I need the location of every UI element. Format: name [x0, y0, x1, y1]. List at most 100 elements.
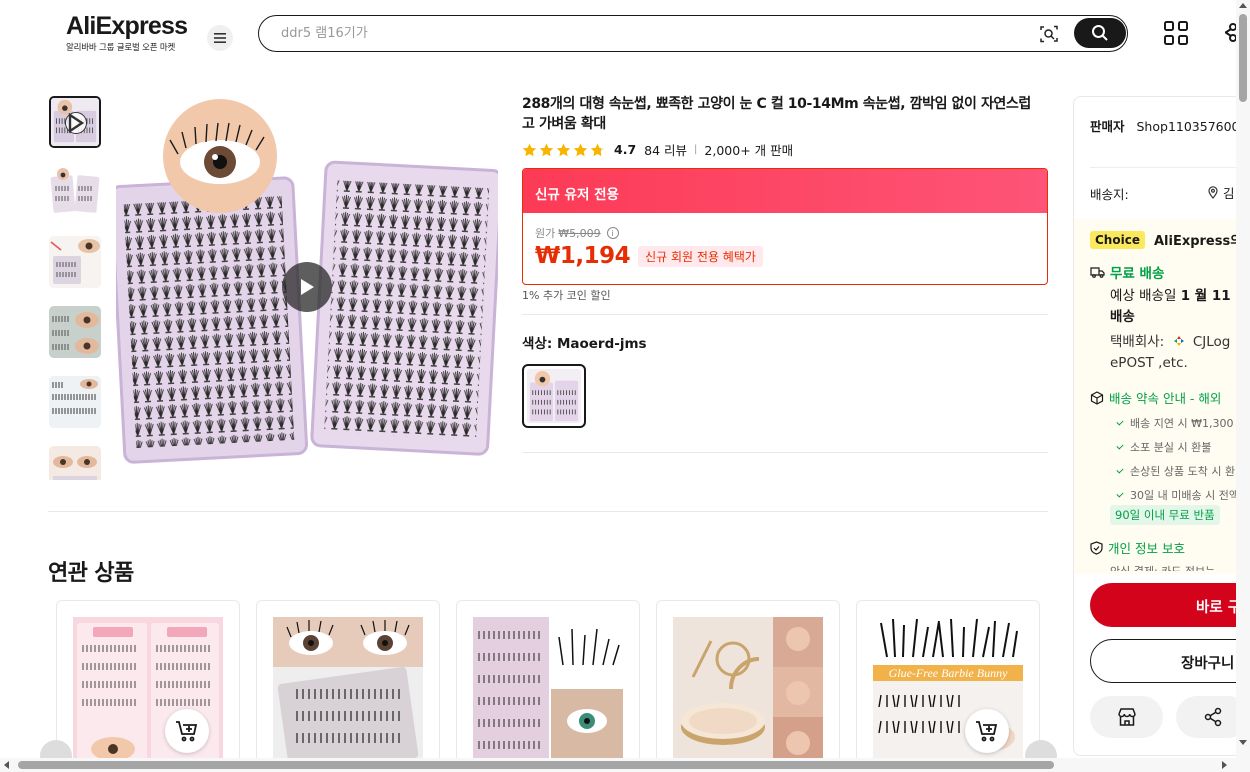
star-icon	[539, 143, 554, 156]
related-card-5[interactable]: Glue-Free Barbie Bunny	[856, 600, 1040, 770]
scroll-left-arrow-icon[interactable]	[4, 761, 9, 769]
star-rating	[522, 143, 605, 157]
price-row: ₩1,194 신규 회원 전용 혜택가	[535, 243, 763, 269]
courier-label: 택배회사:	[1110, 334, 1165, 350]
info-icon[interactable]: i	[606, 227, 619, 239]
choice-text: AliExpress의 우	[1153, 234, 1243, 249]
cj-logo-icon	[1173, 336, 1184, 346]
menu-button[interactable]	[207, 25, 233, 51]
thumbnail-list	[48, 96, 102, 480]
logo-subtitle: 알리바바 그룹 글로벌 오픈 마켓	[66, 43, 176, 53]
truck-icon	[1090, 267, 1105, 278]
promo-header: 신규 유저 전용	[523, 169, 1047, 213]
buy-now-button[interactable]: 바로 구	[1090, 583, 1242, 627]
play-icon	[301, 279, 314, 295]
color-swatch-selected[interactable]	[522, 364, 586, 428]
scroll-up-arrow-icon[interactable]	[1239, 3, 1247, 8]
cart-plus-icon	[176, 721, 198, 742]
play-video-button[interactable]	[282, 262, 332, 312]
free-shipping-row: 무료 배송	[1090, 262, 1164, 282]
vertical-scroll-thumb[interactable]	[1239, 14, 1247, 102]
store-button[interactable]	[1090, 696, 1163, 738]
search-input[interactable]	[281, 24, 1001, 42]
thumbnail-4[interactable]	[49, 306, 101, 358]
separator: |	[694, 144, 698, 155]
share-icon	[1204, 707, 1221, 727]
ship-to-value: 김	[1223, 186, 1235, 201]
promise-item: 배송 지연 시 ₩1,300 쿠	[1114, 412, 1242, 436]
related-card-image	[473, 617, 623, 767]
privacy-row[interactable]: 개인 정보 보호	[1090, 538, 1185, 557]
price-badge: 신규 회원 전용 혜택가	[638, 245, 763, 267]
logo-text: AliExpress	[66, 12, 188, 40]
privacy-subtext: 안심 결제: 카드 정보는	[1110, 563, 1215, 571]
divider	[522, 314, 1048, 315]
related-card-1[interactable]	[56, 600, 240, 770]
promise-item: 소포 분실 시 환불	[1114, 436, 1242, 460]
ship-to-location[interactable]: 김	[1208, 183, 1235, 202]
main-product-image[interactable]	[116, 96, 498, 478]
share-button[interactable]	[1176, 696, 1242, 738]
location-pin-icon	[1208, 186, 1218, 199]
sale-price: ₩1,194	[535, 243, 631, 269]
card-label-text: Glue-Free Barbie Bunny	[889, 666, 1009, 680]
delivery-promise-title: 배송 약속 안내 - 해외	[1109, 391, 1222, 406]
ship-to-label: 배송지:	[1090, 187, 1129, 202]
thumbnail-2[interactable]	[49, 166, 101, 218]
courier-more: ePOST ,etc.	[1110, 355, 1188, 371]
eta-date: 1 월 11	[1180, 288, 1231, 304]
divider	[1090, 167, 1242, 168]
review-count[interactable]: 84 리뷰	[644, 140, 687, 159]
scroll-down-arrow-icon[interactable]	[1239, 740, 1247, 745]
seller-label: 판매자	[1090, 119, 1125, 134]
original-price-label: 원가	[535, 227, 556, 240]
coin-discount-note: 1% 추가 코인 할인	[522, 289, 611, 302]
star-icon	[522, 143, 537, 156]
related-card-4[interactable]	[656, 600, 840, 770]
purchase-sidebar: 판매자 Shop1103576009 배송지: 김 Choice AliExpr…	[1073, 96, 1243, 756]
related-card-2[interactable]	[256, 600, 440, 770]
free-return-badge: 90일 이내 무료 반품	[1110, 505, 1220, 525]
add-to-cart-button[interactable]	[165, 709, 209, 753]
rating-value: 4.7	[614, 142, 637, 157]
related-card-3[interactable]	[456, 600, 640, 770]
play-icon	[65, 112, 87, 134]
search-icon	[1092, 25, 1108, 41]
horizontal-scrollbar[interactable]	[0, 758, 1236, 772]
original-price: ₩5,009	[558, 226, 601, 240]
color-label: 색상: Maoerd-jms	[522, 336, 647, 352]
qr-code-icon[interactable]	[1163, 20, 1189, 50]
choice-badge: Choice	[1090, 230, 1145, 249]
search-bar	[258, 15, 1128, 52]
delivery-promise-row[interactable]: 배송 약속 안내 - 해외	[1090, 388, 1221, 407]
thumbnail-video[interactable]	[49, 96, 101, 148]
vertical-scrollbar[interactable]	[1236, 0, 1250, 772]
privacy-title: 개인 정보 보호	[1108, 541, 1185, 556]
promise-item: 손상된 상품 도착 시 환	[1114, 460, 1242, 484]
shield-check-icon	[1090, 540, 1103, 555]
price-box: 신규 유저 전용 원가 ₩5,009 i ₩1,194 신규 회원 전용 혜택가	[522, 168, 1048, 285]
divider	[48, 511, 1048, 512]
star-icon	[573, 143, 588, 156]
aliexpress-logo[interactable]: AliExpress 알리바바 그룹 글로벌 오픈 마켓	[66, 12, 188, 53]
eta-suffix: 배송	[1110, 309, 1135, 325]
rating-row: 4.7 84 리뷰 | 2,000+ 개 판매	[522, 140, 793, 159]
thumbnail-6[interactable]	[49, 446, 101, 480]
image-search-icon[interactable]	[1039, 24, 1059, 48]
eta-prefix: 예상 배송일	[1110, 288, 1177, 304]
add-to-cart-button[interactable]	[965, 709, 1009, 753]
star-icon	[556, 143, 571, 156]
sold-count: 2,000+ 개 판매	[704, 143, 794, 158]
box-icon	[1090, 390, 1104, 405]
search-button[interactable]	[1074, 18, 1126, 48]
original-price-row: 원가 ₩5,009 i	[535, 225, 619, 241]
add-to-cart-button[interactable]: 장바구니	[1090, 639, 1242, 683]
horizontal-scroll-thumb[interactable]	[18, 761, 1054, 769]
thumbnail-3[interactable]	[49, 236, 101, 288]
product-title: 288개의 대형 속눈썹, 뾰족한 고양이 눈 C 컬 10-14Mm 속눈썹,…	[522, 96, 1031, 132]
choice-row: Choice AliExpress의 우	[1090, 230, 1243, 249]
thumbnail-5[interactable]	[49, 376, 101, 428]
scroll-right-arrow-icon[interactable]	[1222, 761, 1227, 769]
seller-name[interactable]: Shop1103576009	[1137, 119, 1243, 134]
courier-name: CJLog	[1192, 334, 1231, 350]
